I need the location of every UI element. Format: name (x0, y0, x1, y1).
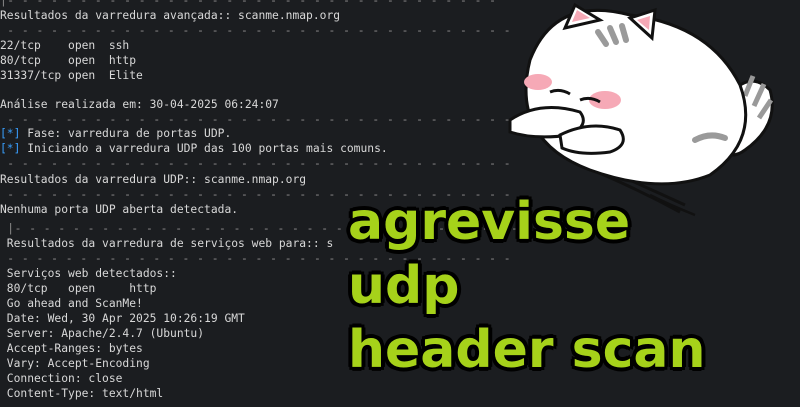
udp-no-ports: Nenhuma porta UDP aberta detectada. (0, 203, 239, 216)
advanced-scan-header: Resultados da varredura avançada:: scanm… (0, 9, 341, 22)
port-line: 80/tcp open http (0, 54, 137, 67)
separator: - - - - - - - - - - - - - - - - - - - - … (0, 24, 512, 37)
overlay-line-2: udp (348, 256, 460, 316)
analysis-timestamp: Análise realizada em: 30-04-2025 06:24:0… (0, 98, 279, 111)
web-line: Connection: close (0, 372, 123, 385)
web-line: Content-Type: text/html (0, 387, 164, 400)
web-line: Serviços web detectados:: (0, 267, 177, 280)
web-line: Date: Wed, 30 Apr 2025 10:26:19 GMT (0, 312, 245, 325)
udp-phase-line: [*] Fase: varredura de portas UDP. (0, 127, 231, 142)
udp-start-text: Iniciando a varredura UDP das 100 portas… (20, 142, 388, 155)
udp-scan-header: Resultados da varredura UDP:: scanme.nma… (0, 173, 307, 186)
udp-start-line: [*] Iniciando a varredura UDP das 100 po… (0, 142, 388, 157)
web-line: Server: Apache/2.4.7 (Ubuntu) (0, 327, 205, 340)
phase-text: Fase: varredura de portas UDP. (20, 127, 232, 140)
web-line: Vary: Accept-Encoding (0, 357, 150, 370)
overlay-line-1: agrevisse (348, 192, 631, 252)
separator: - - - - - - - - - - - - - - - - - - - - … (0, 113, 512, 126)
web-line: 80/tcp open http (0, 282, 157, 295)
info-marker: [*] (0, 127, 21, 140)
web-line: Go ahead and ScanMe! (0, 297, 143, 310)
port-line: 31337/tcp open Elite (0, 69, 143, 82)
port-line: 22/tcp open ssh (0, 39, 130, 52)
overlay-line-3: header scan (348, 320, 706, 380)
separator: |- - - - - - - - - - - - - - - - - - - -… (0, 0, 497, 7)
overlay-title: agrevisse udp header scan (348, 190, 706, 382)
web-scan-header: Resultados da varredura de serviços web … (0, 237, 334, 250)
separator: - - - - - - - - - - - - - - - - - - - - … (0, 157, 512, 170)
cat-sticker-icon (508, 2, 774, 217)
web-line: Accept-Ranges: bytes (0, 342, 143, 355)
info-marker: [*] (0, 142, 21, 155)
